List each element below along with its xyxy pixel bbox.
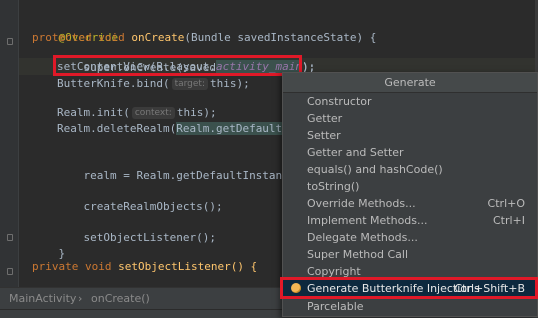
menu-item-label: Getter [307,112,343,125]
menu-item-getter[interactable]: Getter [283,110,537,127]
menu-item-label: toString() [307,180,360,193]
menu-item-constructor[interactable]: Constructor [283,93,537,110]
popup-title: Generate [283,73,537,93]
menu-item-parcelable[interactable]: Parcelable [283,298,537,315]
menu-item-label: Override Methods... [307,197,416,210]
highlight-box-butterknife [280,277,538,299]
menu-item-shortcut: Ctrl+I [492,214,525,227]
menu-item-shortcut: Ctrl+O [487,197,525,210]
menu-item-setter[interactable]: Setter [283,127,537,144]
menu-item-label: Constructor [307,95,372,108]
code-line[interactable]: ButterKnife.bind(target: this); [57,75,250,92]
keyword: void [84,260,112,273]
code-line[interactable]: } [32,228,66,260]
code-line[interactable]: private void setObjectListener() { [32,258,257,275]
method-call: ButterKnife.bind( [57,77,170,90]
menu-item-override-methods[interactable]: Override Methods... Ctrl+O [283,195,537,212]
code-line[interactable]: Realm.deleteRealm(Realm.getDefaultCo [57,120,296,137]
breadcrumb-separator-icon: › [78,292,83,305]
menu-item-label: Implement Methods... [307,214,428,227]
menu-item-equals-hashcode[interactable]: equals() and hashCode() [283,161,537,178]
menu-item-delegate-methods[interactable]: Delegate Methods... [283,229,537,246]
menu-item-getter-and-setter[interactable]: Getter and Setter [283,144,537,161]
code-line[interactable]: realm = Realm.getDefaultInstance(); [57,150,316,182]
code-text: this); [210,77,250,90]
breadcrumb-method[interactable]: onCreate() [91,288,150,309]
menu-item-label: Super Method Call [307,248,409,261]
menu-item-implement-methods[interactable]: Implement Methods... Ctrl+I [283,212,537,229]
menu-item-label: Delegate Methods... [307,231,418,244]
code-line[interactable]: createRealmObjects(); [57,181,223,213]
breadcrumb-class[interactable]: MainActivity [9,288,76,309]
menu-item-super-method-call[interactable]: Super Method Call [283,246,537,263]
menu-item-label: Getter and Setter [307,146,404,159]
code-text: Realm.getDefaultCo [176,122,296,135]
method-call: Realm.deleteRealm( [57,122,177,135]
menu-item-label: Parcelable [307,300,364,313]
code-line[interactable]: Realm.init(context: this); [57,104,217,121]
code-text: setObjectListener(); [83,231,216,244]
code-text: this); [176,106,217,119]
method-name: setObjectListener() { [118,260,258,273]
menu-item-label: equals() and hashCode() [307,163,443,176]
menu-item-label: Setter [307,129,341,142]
code-line[interactable]: setObjectListener(); [57,212,216,244]
method-call: Realm.init( [57,106,130,119]
keyword: private [32,260,79,273]
parameter-hint: target: [171,78,208,90]
parameter-hint: context: [131,107,175,119]
menu-item-tostring[interactable]: toString() [283,178,537,195]
code-line[interactable]: @Override [32,12,119,44]
highlight-box-setcontentview [53,55,302,76]
